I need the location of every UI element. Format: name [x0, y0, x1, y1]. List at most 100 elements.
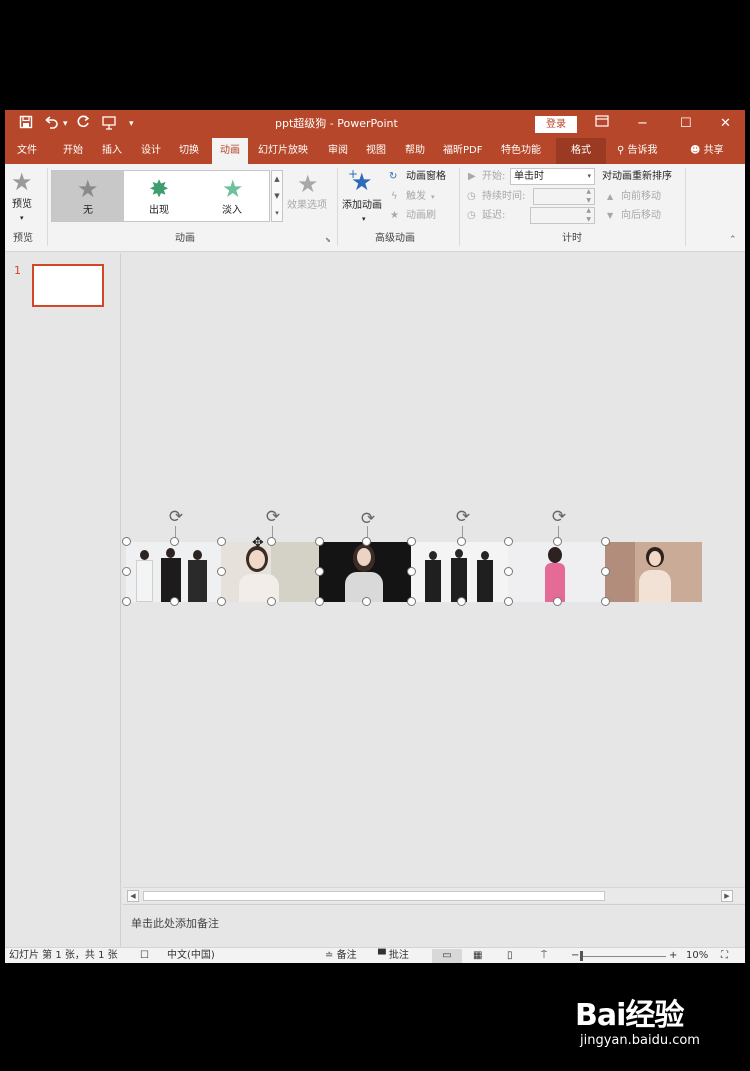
normal-view-icon[interactable]: ▭	[432, 949, 462, 963]
gallery-scroll[interactable]: ▲ ▼ ▾	[271, 170, 283, 222]
comment-icon: ▀	[378, 950, 386, 961]
slide-picture[interactable]	[126, 542, 221, 602]
gallery-item-none[interactable]: ★ 无	[52, 171, 124, 221]
slide-canvas[interactable]: ⟳ ⟳ ⟳ ⟳ ⟳ ✥	[122, 253, 745, 887]
scrollbar-thumb[interactable]	[143, 891, 605, 901]
login-button[interactable]: 登录	[535, 116, 577, 133]
language[interactable]: 中文(中国)	[167, 949, 215, 963]
resize-handle[interactable]	[170, 537, 179, 546]
tab-format[interactable]: 格式	[556, 138, 606, 164]
slide-picture[interactable]	[319, 542, 411, 602]
customize-toolbar-icon[interactable]: ▾	[129, 115, 134, 133]
resize-handle[interactable]	[217, 567, 226, 576]
ribbon-display-icon[interactable]	[595, 115, 609, 133]
redo-icon[interactable]	[76, 115, 90, 135]
tab-review[interactable]: 审阅	[326, 138, 350, 164]
start-dropdown[interactable]: 单击时 ▾	[510, 168, 595, 185]
tab-view[interactable]: 视图	[364, 138, 388, 164]
reading-view-icon[interactable]: ▯	[507, 949, 513, 963]
resize-handle[interactable]	[457, 537, 466, 546]
tab-insert[interactable]: 插入	[100, 138, 124, 164]
zoom-slider-thumb[interactable]	[580, 951, 583, 961]
resize-handle[interactable]	[315, 597, 324, 606]
tab-foxit-pdf[interactable]: 福昕PDF	[441, 138, 484, 164]
rotate-handle-icon[interactable]: ⟳	[550, 508, 568, 526]
person-body	[477, 560, 493, 602]
spell-check-icon[interactable]: ☐	[140, 949, 149, 963]
rotate-handle-icon[interactable]: ⟳	[454, 508, 472, 526]
resize-handle[interactable]	[457, 597, 466, 606]
minimize-button[interactable]: −	[637, 115, 648, 133]
horizontal-scrollbar[interactable]: ◀ ▶	[123, 887, 745, 903]
resize-handle[interactable]	[601, 597, 610, 606]
gallery-item-fade[interactable]: ★ 淡入	[198, 171, 270, 221]
resize-handle[interactable]	[122, 537, 131, 546]
dialog-launcher-icon[interactable]: ⬊	[325, 234, 331, 246]
slide-picture[interactable]	[508, 542, 605, 602]
scroll-right-arrow[interactable]: ▶	[721, 890, 733, 902]
zoom-slider[interactable]	[582, 956, 666, 957]
close-button[interactable]: ✕	[720, 115, 731, 133]
zoom-out-button[interactable]: −	[571, 949, 579, 963]
resize-handle[interactable]	[504, 537, 513, 546]
slide-picture[interactable]	[411, 542, 508, 602]
save-icon[interactable]	[19, 115, 33, 135]
share-button[interactable]: ☻ 共享	[688, 138, 726, 164]
resize-handle[interactable]	[601, 537, 610, 546]
tab-slideshow[interactable]: 幻灯片放映	[256, 138, 310, 164]
chevron-down-icon: ▾	[587, 172, 591, 180]
resize-handle[interactable]	[315, 537, 324, 546]
gallery-item-appear[interactable]: ✸ 出现	[125, 171, 197, 221]
undo-dropdown[interactable]: ▾	[63, 115, 68, 133]
resize-handle[interactable]	[504, 567, 513, 576]
stepper-arrows: ▲ ▼	[586, 207, 591, 223]
resize-handle[interactable]	[407, 597, 416, 606]
resize-handle[interactable]	[407, 537, 416, 546]
resize-handle[interactable]	[601, 567, 610, 576]
rotate-handle-icon[interactable]: ⟳	[264, 508, 282, 526]
resize-handle[interactable]	[362, 597, 371, 606]
resize-handle[interactable]	[362, 537, 371, 546]
resize-handle[interactable]	[267, 537, 276, 546]
resize-handle[interactable]	[553, 537, 562, 546]
notes-toggle[interactable]: ≐ 备注	[325, 949, 357, 963]
duration-stepper[interactable]: ▲ ▼	[533, 188, 595, 205]
zoom-in-button[interactable]: +	[669, 949, 677, 963]
resize-handle[interactable]	[553, 597, 562, 606]
resize-handle[interactable]	[407, 567, 416, 576]
tab-file[interactable]: 文件	[15, 138, 39, 164]
delay-stepper[interactable]: ▲ ▼	[530, 207, 595, 224]
tab-transitions[interactable]: 切换	[177, 138, 201, 164]
slideshow-icon[interactable]: ⍑	[541, 949, 547, 963]
tab-special-features[interactable]: 特色功能	[499, 138, 543, 164]
rotate-handle-icon[interactable]: ⟳	[167, 508, 185, 526]
resize-handle[interactable]	[217, 597, 226, 606]
resize-handle[interactable]	[315, 567, 324, 576]
slide-sorter-icon[interactable]: ▦	[473, 949, 482, 963]
resize-handle[interactable]	[170, 597, 179, 606]
slide-picture[interactable]	[221, 542, 319, 602]
present-icon[interactable]	[101, 115, 117, 137]
maximize-button[interactable]: ☐	[680, 115, 692, 133]
tab-home[interactable]: 开始	[61, 138, 85, 164]
resize-handle[interactable]	[504, 597, 513, 606]
tell-me-search[interactable]: ⚲ 告诉我	[615, 138, 660, 164]
tab-animations[interactable]: 动画	[212, 138, 248, 164]
tab-help[interactable]: 帮助	[403, 138, 427, 164]
resize-handle[interactable]	[122, 567, 131, 576]
collapse-ribbon-icon[interactable]: ⌃	[729, 234, 737, 246]
resize-handle[interactable]	[267, 597, 276, 606]
slide-picture[interactable]	[605, 542, 702, 602]
scroll-left-arrow[interactable]: ◀	[127, 890, 139, 902]
resize-handle[interactable]	[122, 597, 131, 606]
slide-thumbnail[interactable]	[32, 264, 104, 307]
fit-to-window-icon[interactable]: ⛶	[721, 949, 728, 963]
zoom-level[interactable]: 10%	[686, 949, 708, 963]
person-head	[481, 551, 489, 560]
undo-icon[interactable]	[43, 115, 61, 135]
tab-design[interactable]: 设计	[139, 138, 163, 164]
comments-toggle[interactable]: ▀ 批注	[378, 949, 409, 963]
notes-pane[interactable]: 单击此处添加备注	[123, 904, 745, 946]
resize-handle[interactable]	[217, 537, 226, 546]
rotate-handle-icon[interactable]: ⟳	[359, 510, 377, 528]
